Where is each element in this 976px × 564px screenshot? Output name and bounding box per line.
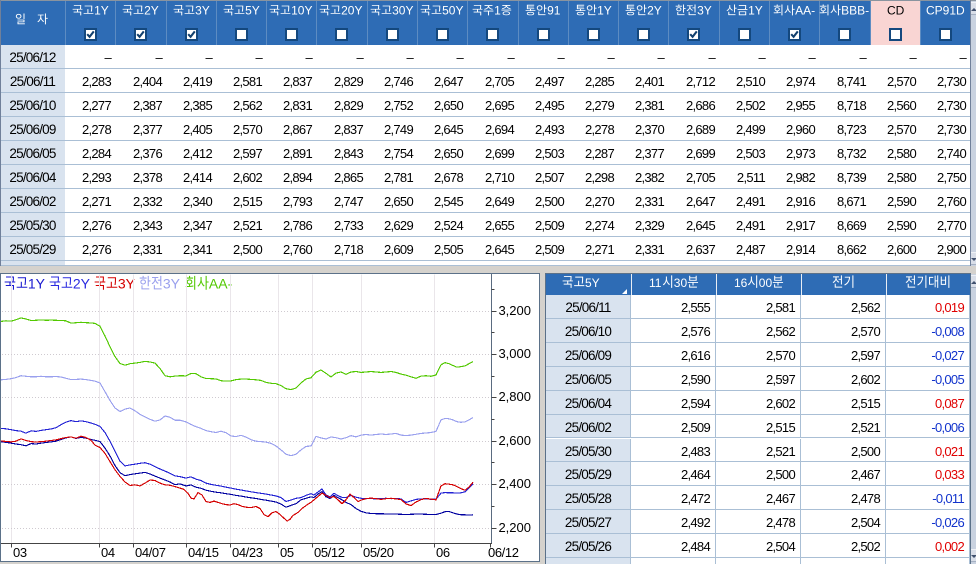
svg-text:3Y: 3Y <box>697 4 712 18</box>
svg-text:50Y: 50Y <box>442 4 463 18</box>
svg-text:30Y: 30Y <box>392 4 413 18</box>
svg-text:20Y: 20Y <box>341 4 362 18</box>
svg-text:30: 30 <box>673 276 687 290</box>
svg-text:10Y: 10Y <box>291 4 312 18</box>
svg-text:1Y: 1Y <box>94 4 109 18</box>
svg-text:1Y: 1Y <box>748 4 763 18</box>
svg-text:1: 1 <box>494 4 501 18</box>
svg-text:2Y: 2Y <box>144 4 159 18</box>
svg-text:1Y: 1Y <box>597 4 612 18</box>
svg-text:3Y: 3Y <box>195 4 210 18</box>
svg-text:5Y: 5Y <box>585 276 600 290</box>
svg-text:AA-: AA- <box>795 4 815 18</box>
svg-text:CP91D: CP91D <box>926 4 965 18</box>
svg-text:11: 11 <box>649 276 662 290</box>
svg-text:BBB-: BBB- <box>841 4 869 18</box>
svg-text:CD: CD <box>887 4 905 18</box>
svg-text:2Y: 2Y <box>647 4 662 18</box>
svg-text:16: 16 <box>734 276 748 290</box>
svg-text:00: 00 <box>758 276 772 290</box>
svg-text:91: 91 <box>547 4 561 18</box>
svg-text:5Y: 5Y <box>245 4 260 18</box>
